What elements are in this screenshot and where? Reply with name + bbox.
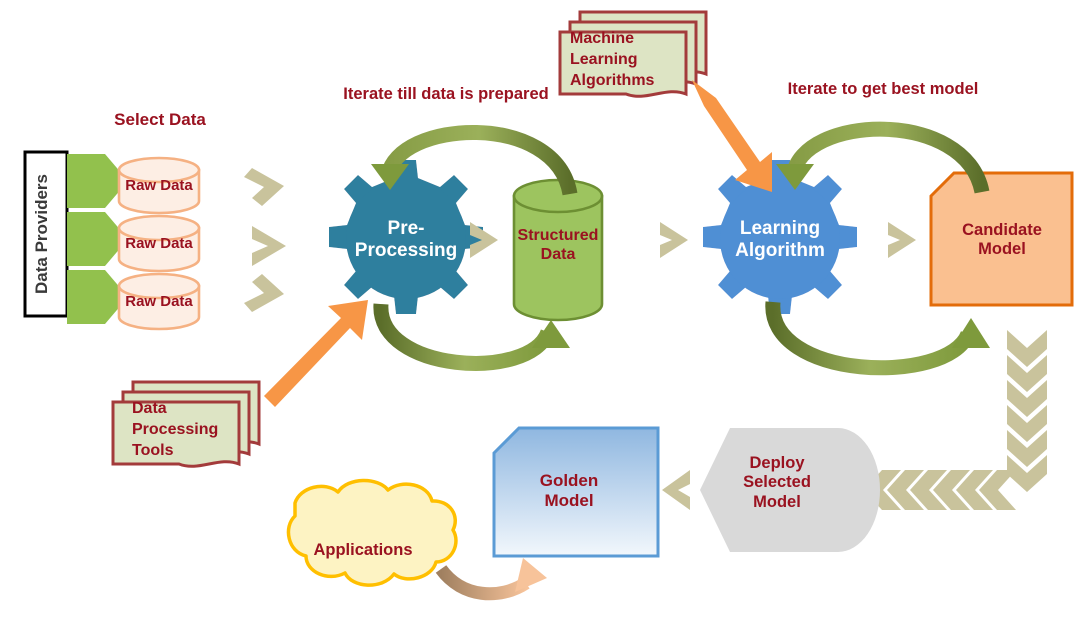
- pre-processing-label: Pre- Processing: [354, 217, 458, 261]
- candidate-model-label: Candidate Model: [962, 220, 1042, 258]
- raw-data-label-1: Raw Data: [125, 177, 193, 195]
- tan-chevron-to-candidate: [888, 222, 916, 258]
- select-data-label: Select Data: [114, 110, 206, 129]
- tan-chevron-to-learning: [660, 222, 688, 258]
- data-providers-label: Data Providers: [31, 174, 51, 294]
- diagram-canvas: Data Providers Select Data Raw Data Raw …: [0, 0, 1092, 624]
- data-processing-tools-orange-arrow: [264, 300, 368, 407]
- golden-model-label: Golden Model: [539, 470, 599, 510]
- deploy-selected-model-label: Deploy Selected Model: [743, 453, 811, 511]
- raw-data-label-3: Raw Data: [125, 293, 193, 311]
- tan-chevron-arrows-left: [244, 168, 286, 312]
- structured-data-label: Structured Data: [517, 227, 599, 263]
- applications-cloud-shape: [286, 478, 458, 587]
- iterate-best-model-label: Iterate to get best model: [787, 80, 979, 98]
- tan-chevron-to-golden: [662, 470, 690, 510]
- applications-label: Applications: [313, 541, 413, 560]
- data-processing-tools-label: Data Processing Tools: [132, 400, 219, 460]
- ml-algorithms-label: Machine Learning Algorithms: [570, 30, 655, 90]
- iterate-till-prepared-label: Iterate till data is prepared: [343, 85, 549, 103]
- tan-chevron-column-down: [1007, 330, 1047, 492]
- applications-to-golden-arrow: [435, 558, 547, 601]
- learning-to-candidate-arc: [765, 301, 990, 376]
- learning-algorithm-label: Learning Algorithm: [735, 217, 825, 261]
- tan-chevron-row-left: [864, 470, 1016, 510]
- raw-data-label-2: Raw Data: [125, 235, 193, 253]
